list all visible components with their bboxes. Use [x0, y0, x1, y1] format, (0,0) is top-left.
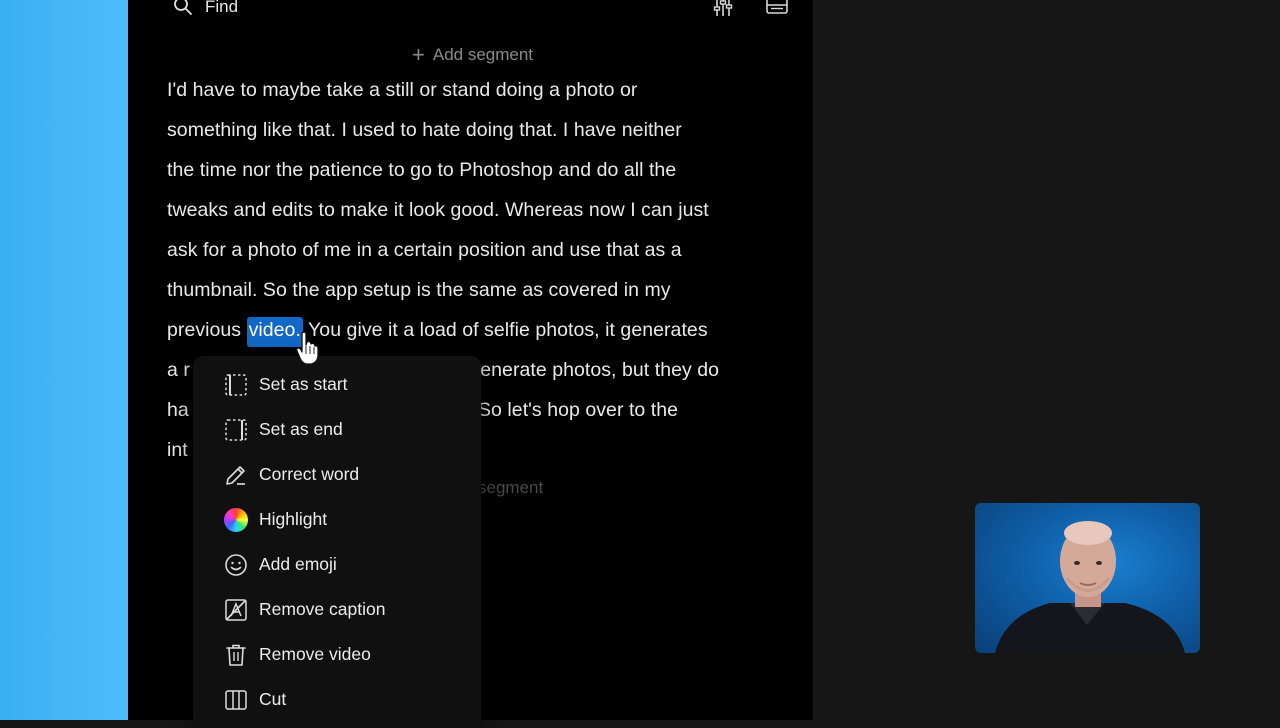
menu-item-label: Add emoji	[259, 554, 337, 574]
transcript-text-segment[interactable]: You give it a load of selfie photos, it …	[303, 319, 708, 341]
find-bar[interactable]: Find	[128, 0, 813, 20]
menu-item-cut[interactable]: Cut	[193, 679, 481, 719]
transcript-line-fragment[interactable]: So let's hop over to the	[478, 390, 678, 430]
adjustments-icon[interactable]	[712, 0, 734, 18]
menu-item-label: Set as end	[259, 419, 343, 439]
menu-item-highlight[interactable]: Highlight	[193, 499, 481, 539]
search-icon[interactable]	[173, 0, 193, 16]
cut-icon	[225, 690, 247, 710]
menu-item-label: Cut	[259, 689, 287, 709]
find-label[interactable]: Find	[205, 0, 238, 18]
menu-item-add-emoji[interactable]: Add emoji	[193, 544, 481, 584]
transcript-line[interactable]: something like that. I used to hate doin…	[167, 110, 682, 150]
add-segment-label: Add segment	[432, 45, 534, 64]
transcript-line[interactable]: ask for a photo of me in a certain posit…	[167, 230, 682, 270]
menu-item-set-as-end[interactable]: Set as end	[193, 409, 481, 449]
menu-item-remove-video[interactable]: Remove video	[193, 634, 481, 674]
transcript-line[interactable]: thumbnail. So the app setup is the same …	[167, 270, 671, 310]
hand-cursor-icon	[296, 331, 319, 365]
transcript-line[interactable]: tweaks and edits to make it look good. W…	[167, 190, 709, 230]
webcam-overlay	[975, 503, 1200, 653]
context-menu: Set as start Set as end Correct word Hig…	[193, 356, 481, 728]
presenter-portrait	[995, 521, 1185, 653]
transcript-line[interactable]: the time nor the patience to go to Photo…	[167, 150, 676, 190]
transcript-line-fragment[interactable]: o generate photos, but they do	[453, 350, 719, 390]
transcript-text-segment[interactable]: previous	[167, 319, 247, 341]
menu-item-label: Correct word	[259, 464, 360, 484]
menu-item-remove-caption[interactable]: Remove caption	[193, 589, 481, 629]
layout-icon[interactable]	[765, 0, 789, 18]
add-segment-label-partial[interactable]: segment	[478, 477, 543, 499]
trash-icon	[226, 644, 246, 666]
pencil-icon	[226, 466, 245, 485]
transcript-line[interactable]: previous video. You give it a load of se…	[167, 310, 708, 350]
transcript-line[interactable]: I'd have to maybe take a still or stand …	[167, 70, 637, 110]
remove-caption-icon	[225, 599, 247, 621]
transcript-line-fragment[interactable]: int	[167, 430, 188, 470]
add-segment-button[interactable]: + Add segment	[412, 44, 533, 66]
set-start-icon	[225, 374, 247, 396]
set-end-icon	[225, 419, 247, 441]
smiley-icon	[225, 554, 247, 576]
menu-item-set-as-start[interactable]: Set as start	[193, 364, 481, 404]
transcript-line-fragment[interactable]: a r	[167, 350, 190, 390]
menu-item-correct-word[interactable]: Correct word	[193, 454, 481, 494]
menu-item-label: Highlight	[259, 509, 328, 529]
menu-item-label: Remove caption	[259, 599, 386, 619]
menu-item-label: Remove video	[259, 644, 371, 664]
menu-item-label: Set as start	[259, 374, 348, 394]
plus-icon: +	[412, 42, 425, 67]
left-background-strip	[0, 0, 128, 720]
color-wheel-icon	[224, 508, 248, 532]
transcript-line-fragment[interactable]: ha	[167, 390, 189, 430]
